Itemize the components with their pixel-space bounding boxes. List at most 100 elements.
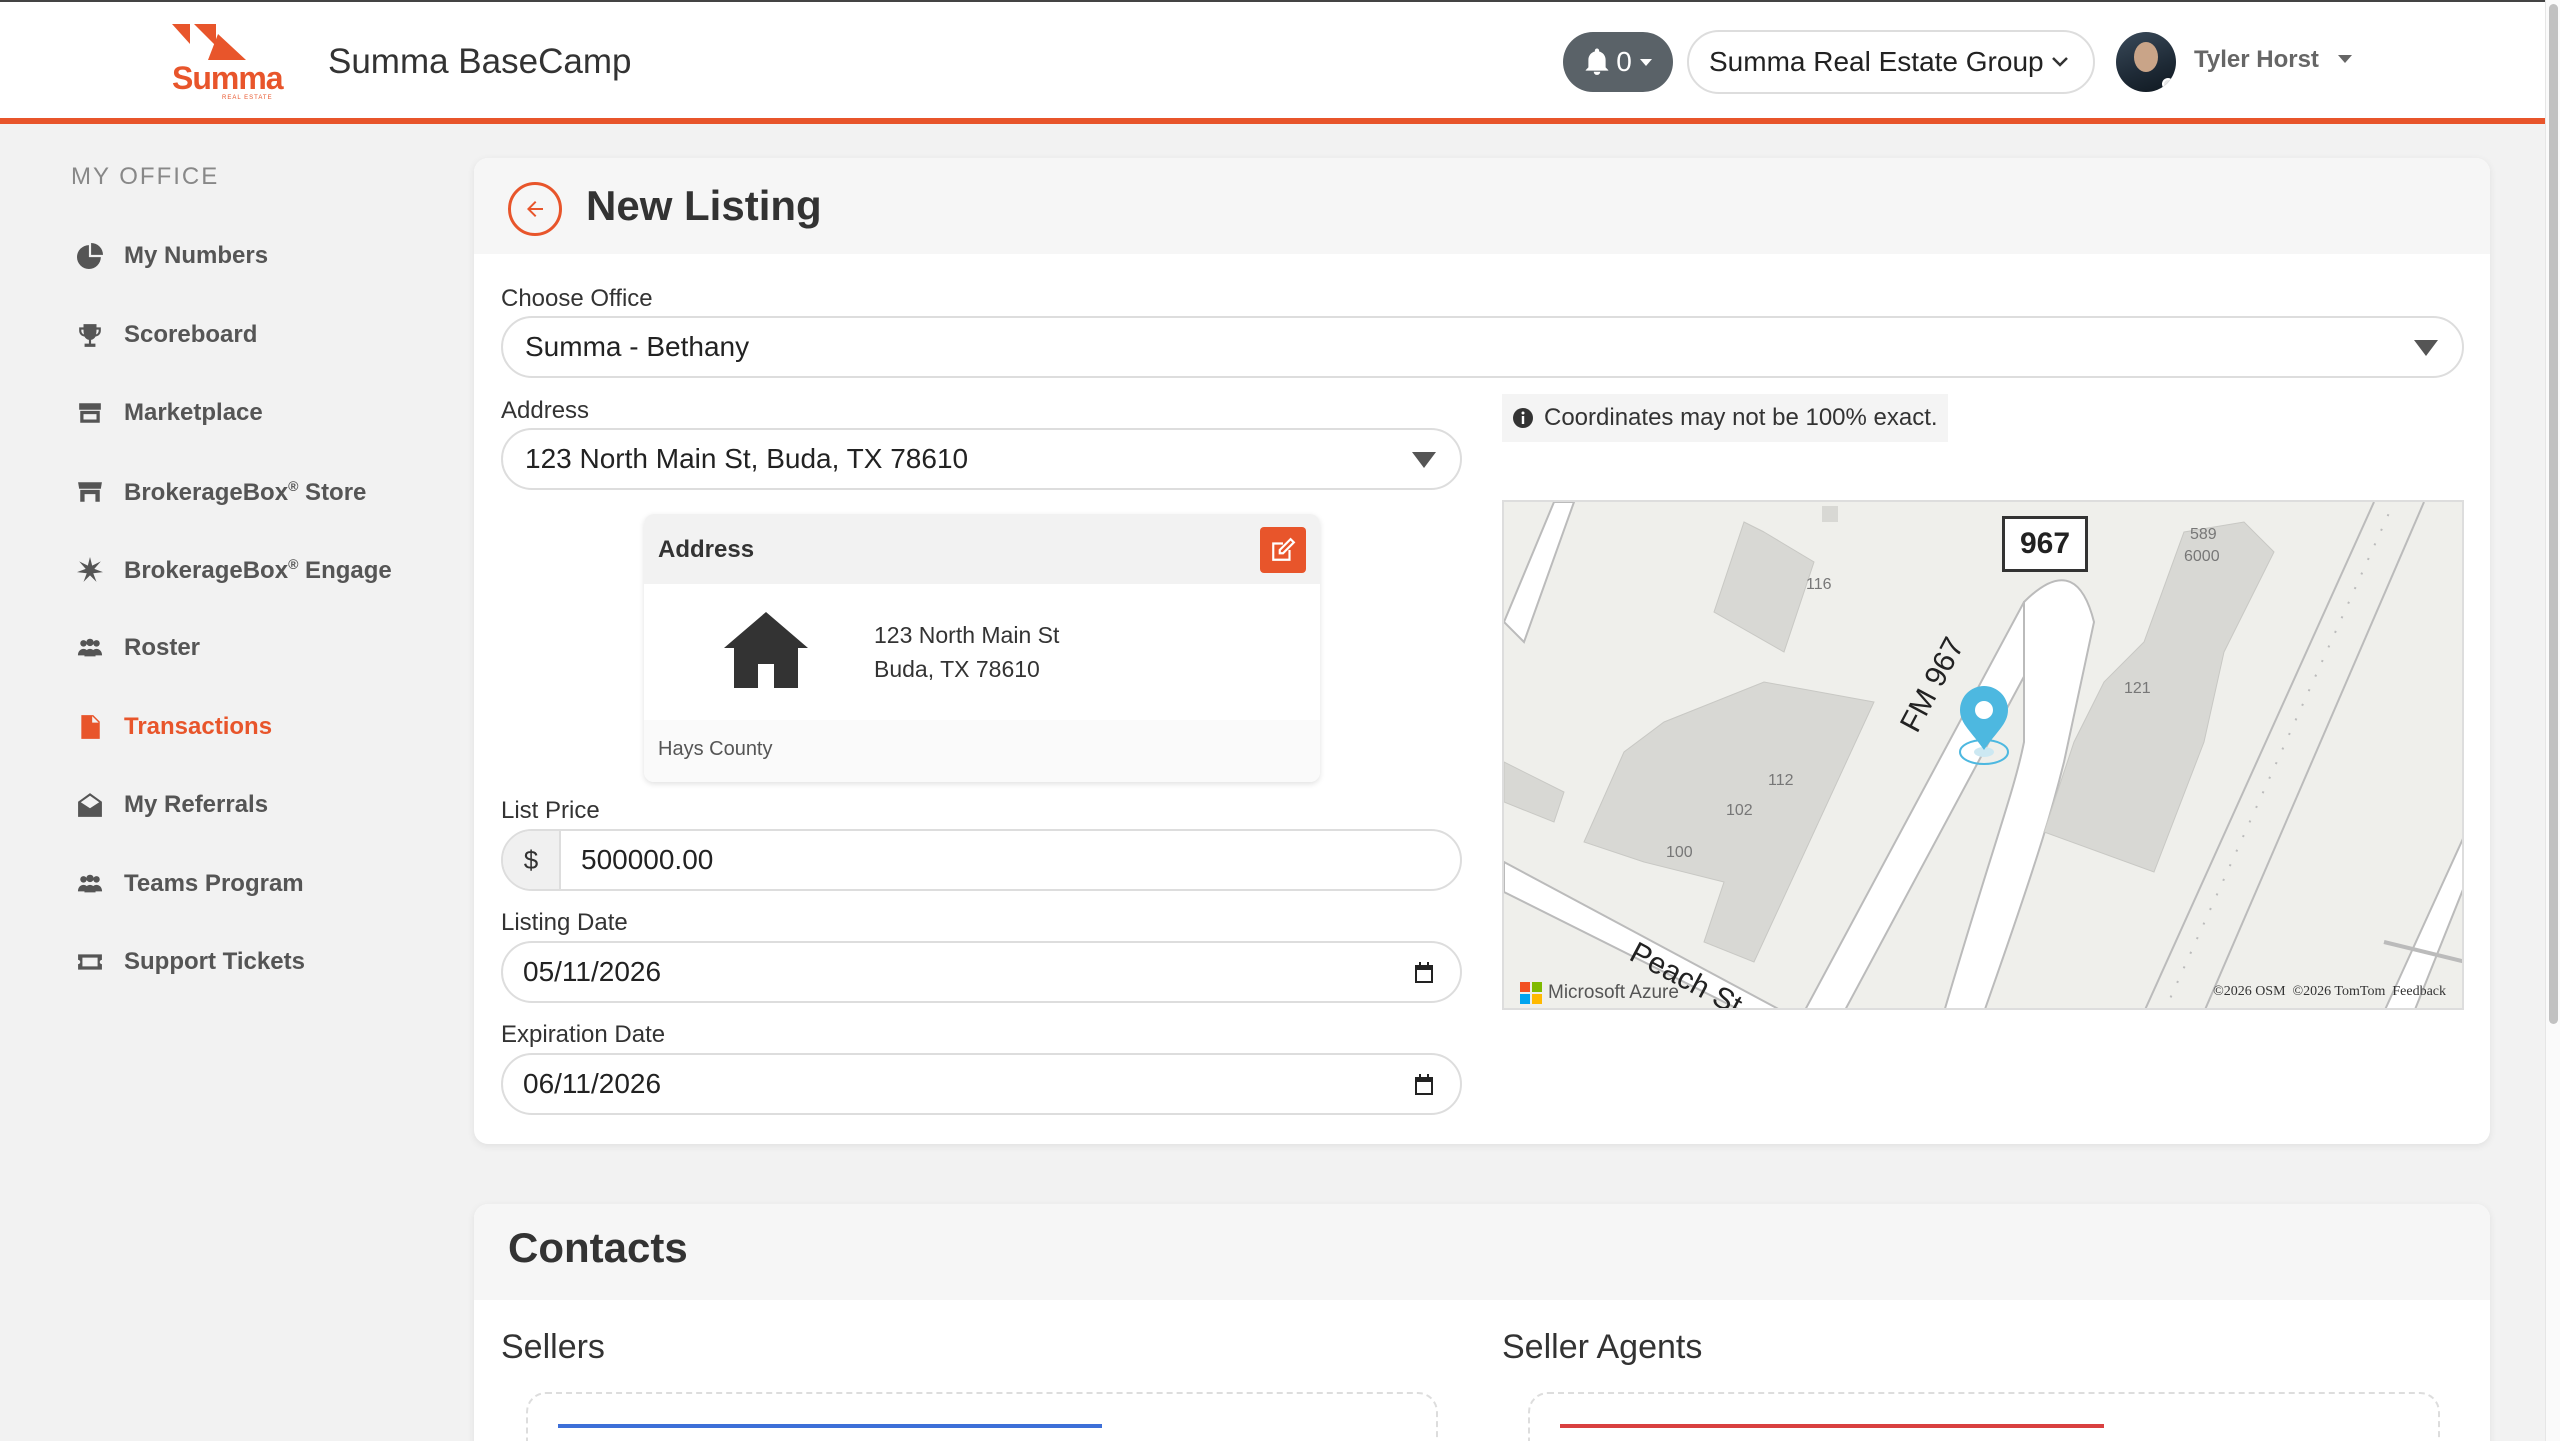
list-price-label: List Price — [501, 797, 600, 824]
scrollbar-thumb[interactable] — [2549, 4, 2558, 1024]
sidebar-item-label: BrokerageBox® Store — [124, 477, 367, 506]
address-card-title: Address — [658, 536, 755, 563]
shop-icon — [76, 478, 104, 506]
sidebar-heading: MY OFFICE — [71, 163, 220, 190]
office-value: Summa - Bethany — [525, 331, 750, 362]
listing-date-label: Listing Date — [501, 909, 628, 936]
sidebar-item-label: Teams Program — [124, 870, 304, 897]
sidebar-item-label: Scoreboard — [124, 321, 258, 348]
sidebar-item-label: Transactions — [124, 713, 273, 740]
logo-text: Summa — [172, 60, 284, 96]
edit-address-button[interactable] — [1260, 527, 1306, 573]
building-label: 589 — [2190, 526, 2217, 543]
app-title: Summa BaseCamp — [328, 42, 632, 81]
building-label: 6000 — [2184, 548, 2220, 565]
sidebar-item-teams-program[interactable]: Teams Program — [76, 864, 304, 904]
location-map[interactable]: 967 116 589 6000 121 112 102 100 FM 967 … — [1502, 500, 2464, 1010]
store-icon — [76, 399, 104, 427]
list-price-input[interactable]: $ 500000.00 — [501, 829, 1462, 891]
sidebar-item-scoreboard[interactable]: Scoreboard — [76, 315, 257, 355]
expiration-date-value: 06/11/2026 — [523, 1068, 662, 1099]
list-price-value: 500000.00 — [581, 844, 714, 875]
sidebar-item-roster[interactable]: Roster — [76, 628, 200, 668]
building-label: 121 — [2124, 680, 2151, 697]
arrow-left-icon — [527, 201, 543, 217]
seller-agents-accent-bar — [1560, 1424, 2104, 1428]
trophy-icon — [76, 321, 104, 349]
microsoft-logo-icon — [1520, 982, 1542, 1004]
calendar-icon[interactable] — [1412, 961, 1436, 985]
county-text: Hays County — [658, 738, 773, 760]
address-card-header: Address — [644, 514, 1320, 584]
sellers-dropzone[interactable] — [526, 1392, 1438, 1441]
calendar-icon[interactable] — [1412, 1073, 1436, 1097]
address-label: Address — [501, 397, 590, 424]
sidebar-item-label: My Numbers — [124, 242, 269, 269]
building-label: 100 — [1666, 844, 1693, 861]
coordinates-note: Coordinates may not be 100% exact. — [1502, 394, 1948, 442]
contacts-header: Contacts — [474, 1204, 2490, 1300]
expiration-date-input[interactable]: 06/11/2026 — [501, 1053, 1462, 1115]
building-label: 102 — [1726, 802, 1753, 819]
building-label: 112 — [1768, 772, 1794, 789]
address-line-1: 123 North Main St — [874, 622, 1060, 648]
listing-date-input[interactable]: 05/11/2026 — [501, 941, 1462, 1003]
people-icon — [76, 870, 104, 898]
coordinates-note-text: Coordinates may not be 100% exact. — [1544, 404, 1938, 431]
building-label: 116 — [1806, 576, 1832, 593]
dropdown-caret-icon — [1412, 452, 1436, 468]
user-menu-caret-icon[interactable] — [2338, 55, 2352, 63]
house-icon — [724, 612, 808, 688]
expiration-date-label: Expiration Date — [501, 1021, 666, 1048]
sidebar-item-label: Roster — [124, 634, 201, 661]
address-value: 123 North Main St, Buda, TX 78610 — [525, 443, 969, 474]
burst-icon — [76, 556, 104, 584]
address-line-2: Buda, TX 78610 — [874, 656, 1040, 682]
sidebar-item-label: My Referrals — [124, 791, 269, 818]
map-credit[interactable]: ©2026 OSM ©2026 TomTom Feedback — [2213, 984, 2446, 1000]
people-icon — [76, 634, 104, 662]
dropdown-caret-icon — [2414, 340, 2438, 356]
sidebar-item-transactions[interactable]: Transactions — [76, 707, 272, 747]
currency-addon: $ — [503, 831, 561, 889]
ticket-icon — [76, 948, 104, 976]
map-brand: Microsoft Azure — [1520, 982, 1679, 1004]
sidebar-item-my-numbers[interactable]: My Numbers — [76, 236, 268, 276]
seller-agents-dropzone[interactable] — [1528, 1392, 2440, 1441]
sidebar-item-marketplace[interactable]: Marketplace — [76, 393, 263, 433]
sidebar-item-brokeragebox-engage[interactable]: BrokerageBox® Engage — [76, 550, 392, 590]
office-label: Choose Office — [501, 285, 653, 312]
contacts-title: Contacts — [508, 1224, 688, 1271]
logo-subtext: REAL ESTATE — [222, 95, 273, 101]
notifications-count: 0 — [1616, 46, 1632, 77]
page-title: New Listing — [586, 182, 822, 229]
listing-date-value: 05/11/2026 — [523, 956, 662, 987]
bell-icon — [1585, 48, 1609, 75]
seller-agents-heading: Seller Agents — [1502, 1328, 1703, 1366]
card-header: New Listing — [474, 158, 2490, 254]
envelope-open-icon — [76, 791, 104, 819]
chevron-down-icon — [2052, 57, 2068, 67]
page-scrollbar[interactable] — [2545, 0, 2560, 1441]
sidebar-item-label: Marketplace — [124, 399, 263, 426]
highway-shield: 967 — [2002, 516, 2088, 572]
organization-name: Summa Real Estate Group — [1709, 46, 2044, 77]
user-name[interactable]: Tyler Horst — [2194, 46, 2319, 74]
avatar[interactable] — [2116, 32, 2176, 92]
sidebar-item-label: BrokerageBox® Engage — [124, 555, 392, 584]
address-select[interactable]: 123 North Main St, Buda, TX 78610 — [501, 428, 1462, 490]
sidebar-item-brokeragebox-store[interactable]: BrokerageBox® Store — [76, 472, 366, 512]
sidebar-item-label: Support Tickets — [124, 948, 305, 975]
office-select[interactable]: Summa - Bethany — [501, 316, 2464, 378]
back-button[interactable] — [508, 182, 562, 236]
sidebar-item-support-tickets[interactable]: Support Tickets — [76, 942, 305, 982]
contacts-card: Contacts Sellers Seller Agents — [474, 1204, 2490, 1441]
map-canvas[interactable] — [1504, 502, 2464, 1010]
sellers-heading: Sellers — [501, 1328, 605, 1366]
file-icon — [76, 713, 104, 741]
info-icon — [1513, 408, 1533, 428]
notifications-button[interactable]: 0 — [1563, 32, 1673, 92]
sidebar-item-my-referrals[interactable]: My Referrals — [76, 785, 268, 825]
organization-select[interactable]: Summa Real Estate Group — [1687, 30, 2095, 94]
presence-dot — [2162, 78, 2174, 90]
